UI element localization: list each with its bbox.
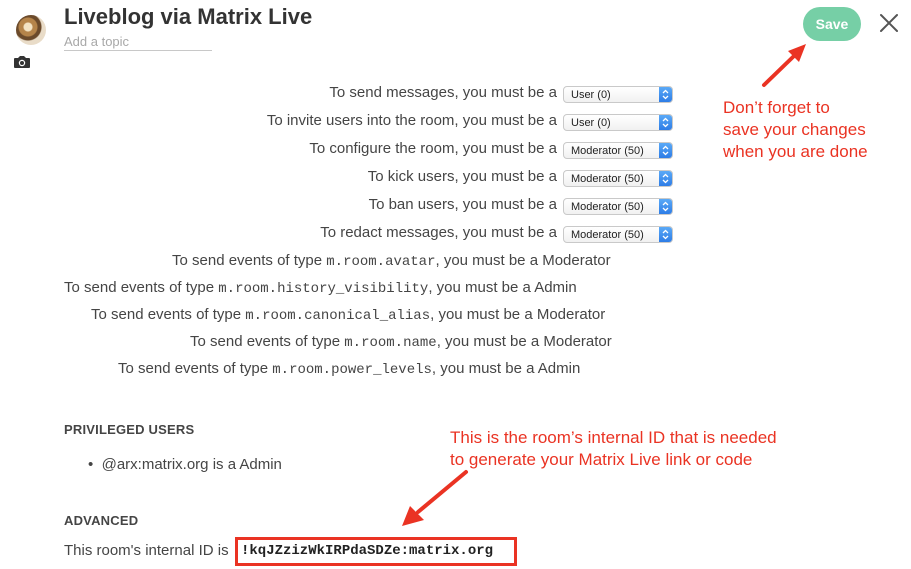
arrow-to-save-icon (762, 44, 806, 87)
annotation-arrows (402, 44, 806, 526)
arrow-to-room-id-icon (402, 470, 468, 526)
